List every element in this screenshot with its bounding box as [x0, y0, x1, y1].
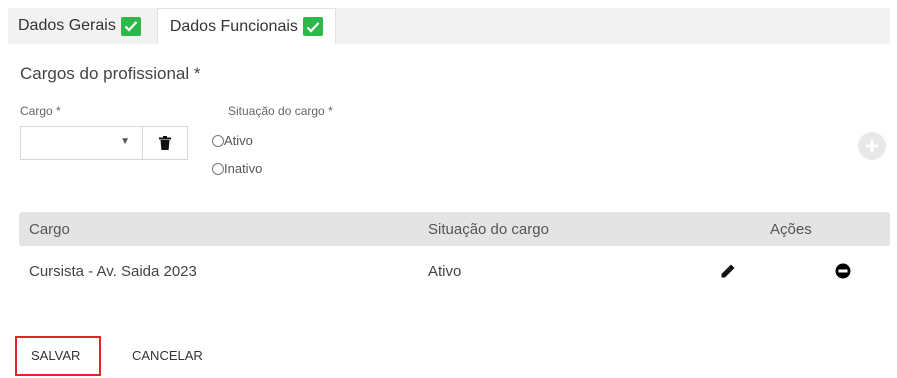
- section-title: Cargos do profissional *: [20, 64, 201, 83]
- tab-label: Dados Funcionais: [169, 17, 298, 35]
- tab-dados-gerais[interactable]: Dados Gerais: [8, 8, 151, 44]
- cargo-select: ▼: [20, 126, 188, 160]
- cargo-dropdown[interactable]: ▼: [21, 127, 142, 159]
- tab-label: Dados Gerais: [18, 17, 116, 34]
- caret-down-icon: ▼: [120, 136, 130, 147]
- tab-dados-funcionais[interactable]: Dados Funcionais: [156, 8, 336, 44]
- plus-icon: [866, 140, 878, 152]
- row-cargo: Cursista - Av. Saida 2023: [29, 263, 197, 280]
- column-header-acoes: Ações: [770, 221, 812, 238]
- column-header-cargo: Cargo: [29, 221, 70, 238]
- table-row: Cursista - Av. Saida 2023 Ativo: [19, 254, 890, 288]
- save-button[interactable]: SALVAR: [31, 348, 80, 363]
- clear-cargo-button[interactable]: [142, 127, 187, 159]
- remove-button[interactable]: [835, 263, 851, 283]
- edit-button[interactable]: [720, 263, 736, 283]
- pencil-icon: [721, 264, 735, 278]
- cargo-label: Cargo *: [20, 104, 61, 118]
- check-icon: [302, 17, 323, 36]
- check-icon: [120, 16, 141, 36]
- radio-circle[interactable]: [212, 134, 224, 147]
- situacao-label: Situação do cargo *: [228, 104, 333, 118]
- trash-icon: [159, 136, 171, 150]
- radio-inativo[interactable]: Inativo: [212, 161, 262, 176]
- radio-label: Ativo: [224, 133, 253, 148]
- column-header-situacao: Situação do cargo: [428, 221, 549, 238]
- radio-ativo[interactable]: Ativo: [212, 133, 253, 148]
- radio-label: Inativo: [224, 161, 263, 176]
- row-situacao: Ativo: [428, 263, 462, 280]
- tab-bar: Dados Gerais Dados Funcionais: [8, 8, 890, 44]
- add-cargo-button[interactable]: [858, 132, 886, 160]
- minus-circle-icon: [835, 263, 851, 279]
- radio-circle[interactable]: [212, 162, 224, 175]
- table-header: Cargo Situação do cargo Ações: [19, 212, 890, 246]
- cancel-button[interactable]: CANCELAR: [132, 348, 203, 363]
